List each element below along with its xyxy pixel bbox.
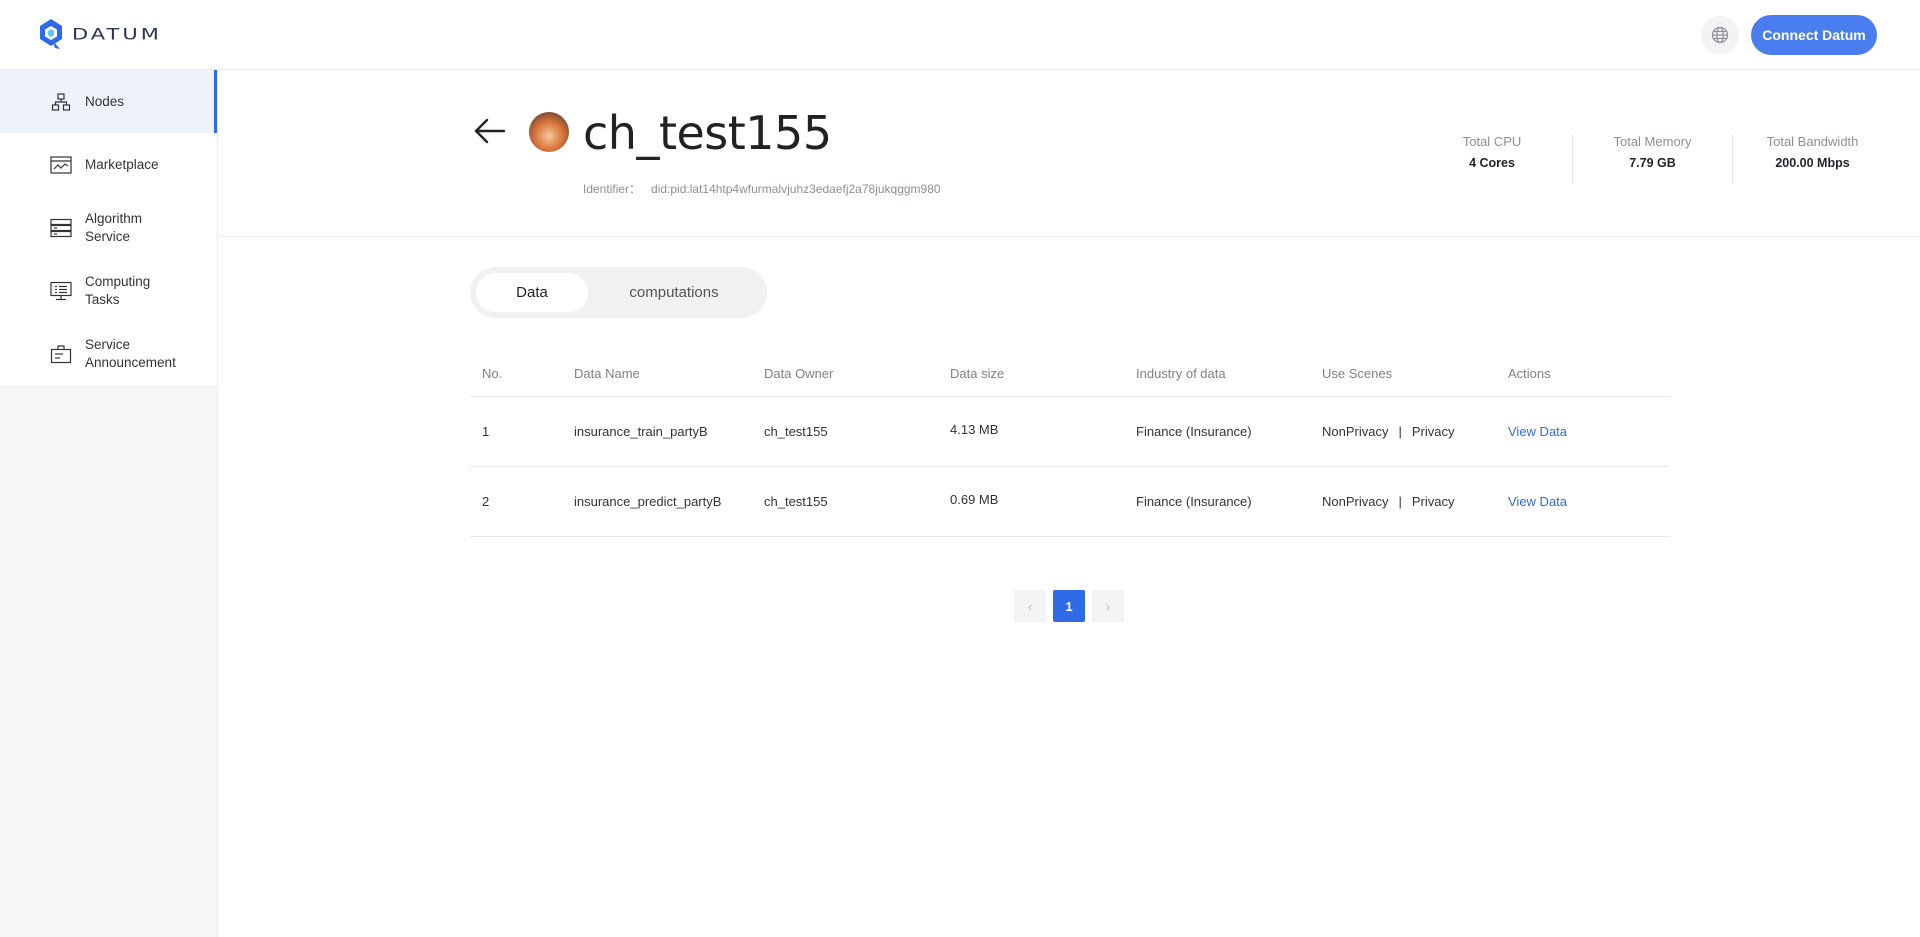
- connect-datum-button[interactable]: Connect Datum: [1751, 15, 1877, 55]
- node-avatar: [529, 112, 569, 152]
- identifier-label: Identifier：: [583, 182, 642, 196]
- column-header: No.: [482, 365, 503, 381]
- table-row: 2 insurance_predict_partyB ch_test155 0.…: [470, 467, 1670, 537]
- table-header: No. Data Name Data Owner Data size Indus…: [470, 350, 1670, 397]
- tab-computations[interactable]: computations: [588, 273, 760, 312]
- sidebar-item-marketplace[interactable]: Marketplace: [0, 133, 217, 196]
- sidebar-item-algorithm-service[interactable]: Algorithm Service: [0, 196, 217, 259]
- sidebar-item-label: Nodes: [85, 93, 125, 109]
- datum-logo-icon: [40, 19, 62, 49]
- column-header: Industry of data: [1136, 365, 1226, 381]
- sidebar-item-computing-tasks[interactable]: Computing Tasks: [0, 259, 217, 322]
- view-data-link[interactable]: View Data: [1508, 424, 1567, 439]
- row-number: 1: [482, 424, 490, 439]
- stat-total-bandwidth: Total Bandwidth 200.00 Mbps: [1732, 134, 1892, 184]
- scene-privacy: Privacy: [1411, 424, 1455, 439]
- industry-cell: Finance (Insurance): [1136, 494, 1252, 509]
- sidebar-menu: Nodes Marketplace Algorithm Service Comp…: [0, 70, 217, 385]
- sidebar-item-label: Algorithm Service: [85, 210, 143, 244]
- scene-separator: |: [1398, 494, 1402, 509]
- actions-cell: View Data: [1496, 424, 1670, 439]
- computing-tasks-icon: [49, 279, 73, 303]
- node-identifier: Identifier： did:pid:lat14htp4wfurmalvjuhz…: [583, 180, 941, 197]
- prev-page-button[interactable]: ‹: [1014, 590, 1046, 622]
- data-owner-cell: ch_test155: [764, 494, 828, 509]
- scene-nonprivacy: NonPrivacy: [1322, 424, 1389, 439]
- marketplace-icon: [49, 153, 73, 177]
- globe-icon: [1711, 26, 1729, 44]
- column-header: Actions: [1508, 365, 1551, 381]
- nodes-icon: [49, 90, 73, 114]
- scene-separator: |: [1398, 424, 1402, 439]
- stat-total-memory: Total Memory 7.79 GB: [1572, 134, 1732, 184]
- sidebar-item-service-announcement[interactable]: Service Announcement: [0, 322, 217, 385]
- industry-cell: Finance (Insurance): [1136, 424, 1252, 439]
- column-header: Data Owner: [764, 365, 834, 381]
- next-page-button[interactable]: ›: [1092, 590, 1124, 622]
- top-bar: DATUM Connect Datum: [0, 0, 1920, 70]
- back-button[interactable]: [473, 117, 507, 150]
- scene-nonprivacy: NonPrivacy: [1322, 494, 1389, 509]
- tab-switch: Data computations: [470, 267, 767, 318]
- stat-label: Total Memory: [1613, 134, 1692, 149]
- sidebar-item-label: Service Announcement: [85, 336, 176, 370]
- node-title: ch_test155: [583, 106, 832, 160]
- view-data-link[interactable]: View Data: [1508, 494, 1567, 509]
- arrow-left-icon: [474, 118, 506, 144]
- identifier-value: did:pid:lat14htp4wfurmalvjuhz3edaefj2a78…: [651, 182, 941, 196]
- algorithm-icon: [49, 216, 73, 240]
- language-button[interactable]: [1701, 16, 1739, 54]
- stat-value: 200.00 Mbps: [1775, 156, 1850, 170]
- data-name-cell: insurance_predict_partyB: [574, 494, 722, 509]
- column-header: Data size: [950, 365, 1005, 381]
- data-size-cell: 0.69 MB: [950, 492, 999, 507]
- actions-cell: View Data: [1496, 494, 1670, 509]
- stat-label: Total CPU: [1462, 134, 1522, 149]
- column-header: Use Scenes: [1322, 365, 1393, 381]
- sidebar-item-label: Marketplace: [85, 156, 159, 172]
- sidebar: Nodes Marketplace Algorithm Service Comp…: [0, 70, 218, 937]
- table-row: 1 insurance_train_partyB ch_test155 4.13…: [470, 397, 1670, 467]
- sidebar-item-label: Computing Tasks: [85, 273, 151, 307]
- stat-total-cpu: Total CPU 4 Cores: [1412, 134, 1572, 184]
- use-scenes-cell: NonPrivacy | Privacy: [1310, 424, 1496, 439]
- data-size-cell: 4.13 MB: [950, 422, 999, 437]
- stat-label: Total Bandwidth: [1766, 134, 1859, 149]
- sidebar-item-nodes[interactable]: Nodes: [0, 70, 217, 133]
- column-header: Data Name: [574, 365, 640, 381]
- brand-name: DATUM: [72, 24, 162, 44]
- stat-value: 4 Cores: [1469, 156, 1515, 170]
- datum-logo[interactable]: DATUM: [38, 17, 162, 51]
- announcement-icon: [49, 342, 73, 366]
- pagination: ‹ 1 ›: [1014, 590, 1124, 622]
- row-number: 2: [482, 494, 490, 509]
- use-scenes-cell: NonPrivacy | Privacy: [1310, 494, 1496, 509]
- node-header: ch_test155 Identifier： did:pid:lat14htp4w…: [219, 70, 1920, 237]
- data-name-cell: insurance_train_partyB: [574, 424, 708, 439]
- tab-data[interactable]: Data: [476, 273, 588, 312]
- scene-privacy: Privacy: [1411, 494, 1455, 509]
- data-table: No. Data Name Data Owner Data size Indus…: [470, 350, 1670, 537]
- stat-value: 7.79 GB: [1629, 156, 1676, 170]
- data-owner-cell: ch_test155: [764, 424, 828, 439]
- node-stats: Total CPU 4 Cores Total Memory 7.79 GB T…: [1412, 134, 1892, 184]
- page-1-button[interactable]: 1: [1053, 590, 1085, 622]
